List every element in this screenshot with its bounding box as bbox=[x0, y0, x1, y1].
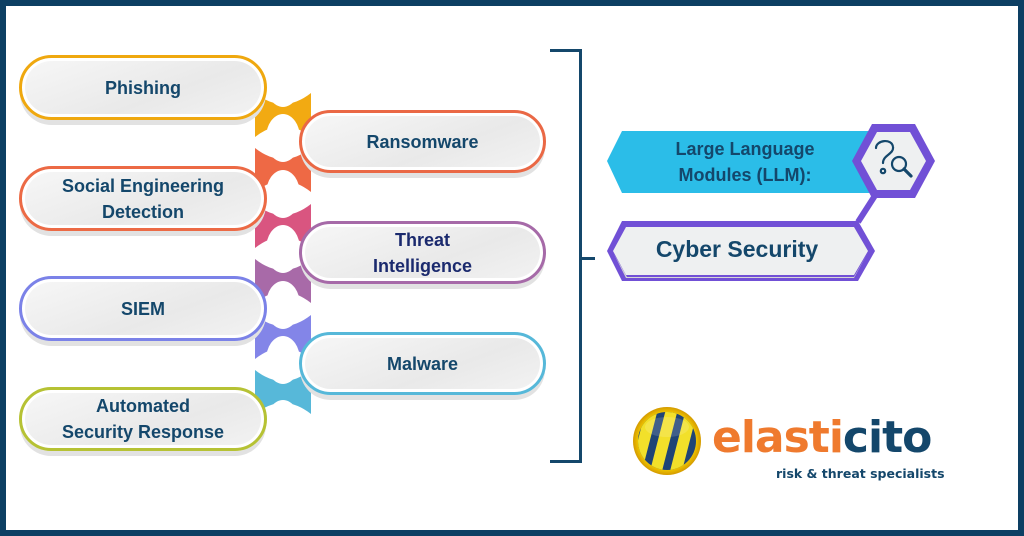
bracket-bottom-tick bbox=[550, 460, 582, 463]
llm-line2: Modules (LLM): bbox=[678, 165, 812, 185]
topic-label-line2: Detection bbox=[101, 201, 184, 222]
topic-label-line2: Security Response bbox=[61, 422, 225, 442]
topic-pill-automated-response: Automated Security Response bbox=[19, 387, 267, 451]
llm-banner-text: Large Language Modules (LLM): bbox=[640, 136, 850, 188]
bracket-top-tick bbox=[550, 49, 582, 52]
logo-wordmark-orange: elasti bbox=[712, 412, 844, 463]
topic-pill-threat-intelligence: Threat Intelligence bbox=[299, 221, 546, 284]
connector-cutout bbox=[266, 114, 300, 162]
logo-emblem bbox=[633, 407, 701, 475]
topic-label: Ransomware bbox=[366, 131, 479, 152]
connector-line bbox=[855, 192, 879, 224]
topic-pill-siem: SIEM bbox=[19, 276, 267, 341]
bracket-vertical bbox=[579, 49, 582, 463]
topic-label-line1: Social Engineering bbox=[61, 175, 225, 196]
topic-label-line1: Automated bbox=[96, 396, 190, 416]
connector-cutout bbox=[266, 400, 300, 448]
topic-label-line1: Threat bbox=[394, 229, 450, 250]
topic-label: SIEM bbox=[120, 298, 165, 319]
topic-pill-phishing: Phishing bbox=[19, 55, 267, 120]
connector-cutout bbox=[266, 336, 300, 384]
connector-cutout bbox=[266, 59, 300, 107]
bracket-middle-tick bbox=[579, 257, 595, 260]
connector-cutout bbox=[266, 225, 300, 273]
topic-label-line2: Intelligence bbox=[372, 255, 473, 276]
topic-pill-ransomware: Ransomware bbox=[299, 110, 546, 173]
logo-wordmark-navy: cito bbox=[842, 412, 932, 463]
topic-pill-malware: Malware bbox=[299, 332, 546, 395]
topic-pill-social-engineering: Social Engineering Detection bbox=[19, 166, 267, 231]
llm-line1: Large Language bbox=[675, 139, 815, 159]
subject-title: Cyber Security bbox=[655, 236, 819, 262]
logo-wordmark: elasticito bbox=[712, 412, 932, 463]
connector-cutout bbox=[266, 281, 300, 329]
topic-label: Phishing bbox=[105, 77, 181, 98]
logo-tagline: risk & threat specialists bbox=[776, 466, 945, 481]
topic-label: Malware bbox=[386, 353, 459, 374]
connector-cutout bbox=[266, 170, 300, 218]
